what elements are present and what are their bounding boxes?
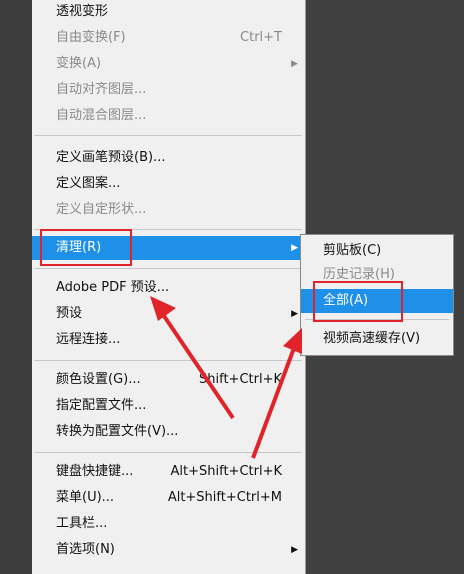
annotation-arrows (150, 296, 302, 459)
annotation-arrow-head (150, 296, 176, 321)
annotation-arrow-line (251, 347, 296, 459)
annotation-arrow-line (160, 311, 235, 420)
